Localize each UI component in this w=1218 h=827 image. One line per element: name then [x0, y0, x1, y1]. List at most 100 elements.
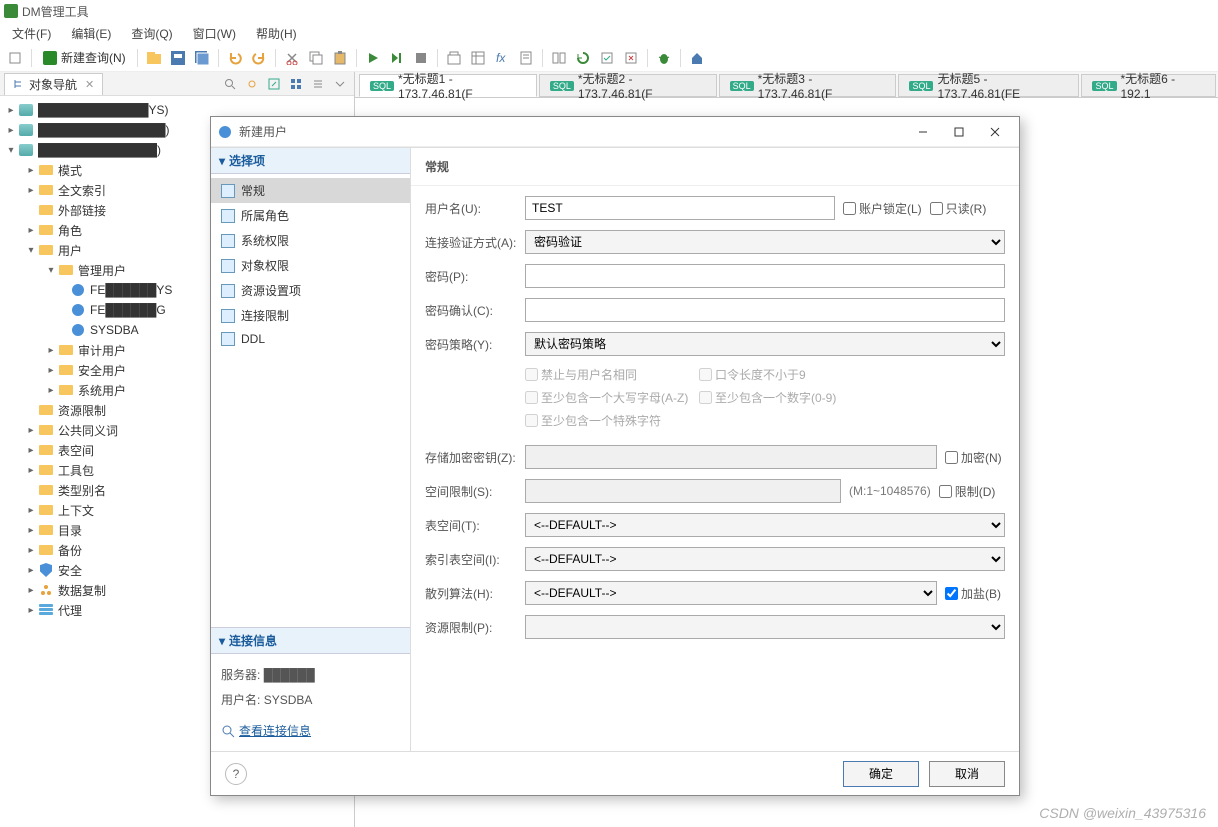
new-query-button[interactable]: 新建查询(N)	[37, 49, 132, 66]
opt-len9: 口令长度不小于9	[699, 366, 879, 383]
nav-filter-icon[interactable]	[286, 75, 306, 93]
toolbar-btn-1[interactable]	[4, 47, 26, 69]
encrypt-checkbox[interactable]: 加密(N)	[945, 449, 1002, 466]
policy-label: 密码策略(Y):	[425, 336, 517, 353]
ok-button[interactable]: 确定	[843, 761, 919, 787]
policy-select[interactable]: 默认密码策略	[525, 332, 1005, 356]
dialog-titlebar[interactable]: 新建用户	[211, 117, 1019, 147]
save-all-icon[interactable]	[191, 47, 213, 69]
close-button[interactable]	[977, 120, 1013, 144]
conn-section-header[interactable]: ▾连接信息	[211, 627, 410, 654]
dialog-nav: ▾选择项 常规 所属角色 系统权限 对象权限 资源设置项 连接限制 DDL ▾连…	[211, 148, 411, 751]
maximize-button[interactable]	[941, 120, 977, 144]
copy-icon[interactable]	[305, 47, 327, 69]
storekey-label: 存储加密密钥(Z):	[425, 449, 517, 466]
nav-link-icon[interactable]	[242, 75, 262, 93]
tablespace-label: 表空间(T):	[425, 517, 517, 534]
app-titlebar: DM管理工具	[0, 0, 1218, 22]
salt-checkbox[interactable]: 加盐(B)	[945, 585, 1001, 602]
username-input[interactable]	[525, 196, 835, 220]
password-label: 密码(P):	[425, 268, 517, 285]
password-input[interactable]	[525, 264, 1005, 288]
nav-edit-icon[interactable]	[264, 75, 284, 93]
tree-icon	[13, 78, 25, 90]
dialog-title: 新建用户	[239, 123, 905, 140]
nav-resource[interactable]: 资源设置项	[211, 278, 410, 303]
menubar: 文件(F) 编辑(E) 查询(Q) 窗口(W) 帮助(H)	[0, 22, 1218, 44]
username-label: 用户名(U):	[425, 200, 517, 217]
tablespace-select[interactable]: <--DEFAULT-->	[525, 513, 1005, 537]
readonly-checkbox[interactable]: 只读(R)	[930, 200, 987, 217]
svg-text:fx: fx	[496, 51, 506, 65]
opt-same: 禁止与用户名相同	[525, 366, 695, 383]
menu-file[interactable]: 文件(F)	[2, 23, 61, 44]
opt-upper: 至少包含一个大写字母(A-Z)	[525, 389, 695, 406]
tab-untitled2[interactable]: SQL*无标题2 - 173.7.46.81(F	[539, 74, 717, 97]
paste-icon[interactable]	[329, 47, 351, 69]
user-icon	[217, 124, 233, 140]
menu-query[interactable]: 查询(Q)	[121, 23, 182, 44]
form-title: 常规	[411, 148, 1019, 186]
nav-search-icon[interactable]	[220, 75, 240, 93]
opt-special: 至少包含一个特殊字符	[525, 412, 695, 429]
nav-obj-priv[interactable]: 对象权限	[211, 253, 410, 278]
minimize-button[interactable]	[905, 120, 941, 144]
cut-icon[interactable]	[281, 47, 303, 69]
toolbox-icon-1[interactable]	[443, 47, 465, 69]
view-conn-link[interactable]: 查看连接信息	[239, 722, 311, 739]
nav-ddl[interactable]: DDL	[211, 328, 410, 350]
reslimit-label: 资源限制(P):	[425, 619, 517, 636]
new-user-dialog: 新建用户 ▾选择项 常规 所属角色 系统权限 对象权限 资源设置项 连接限制 D…	[210, 116, 1020, 796]
space-hint: (M:1~1048576)	[849, 484, 931, 498]
nav-menu-icon[interactable]	[330, 75, 350, 93]
nav-general[interactable]: 常规	[211, 178, 410, 203]
tab-untitled1[interactable]: SQL*无标题1 - 173.7.46.81(F	[359, 74, 537, 97]
lock-account-checkbox[interactable]: 账户锁定(L)	[843, 200, 922, 217]
function-icon[interactable]: fx	[491, 47, 513, 69]
tab-untitled5[interactable]: SQL无标题5 - 173.7.46.81(FE	[898, 74, 1079, 97]
object-navigator-tab[interactable]: 对象导航 ✕	[4, 73, 103, 95]
nav-sys-priv[interactable]: 系统权限	[211, 228, 410, 253]
index-tablespace-select[interactable]: <--DEFAULT-->	[525, 547, 1005, 571]
home-icon[interactable]	[686, 47, 708, 69]
run-icon[interactable]	[362, 47, 384, 69]
nav-conn-limit[interactable]: 连接限制	[211, 303, 410, 328]
hash-select[interactable]: <--DEFAULT-->	[525, 581, 937, 605]
storekey-input	[525, 445, 937, 469]
menu-window[interactable]: 窗口(W)	[183, 23, 246, 44]
menu-help[interactable]: 帮助(H)	[246, 23, 307, 44]
undo-icon[interactable]	[224, 47, 246, 69]
index-tablespace-label: 索引表空间(I):	[425, 551, 517, 568]
save-icon[interactable]	[167, 47, 189, 69]
nav-collapse-icon[interactable]	[308, 75, 328, 93]
bug-icon[interactable]	[653, 47, 675, 69]
table-icon[interactable]	[467, 47, 489, 69]
run-step-icon[interactable]	[386, 47, 408, 69]
object-navigator-header: 对象导航 ✕	[0, 72, 354, 96]
redo-icon[interactable]	[248, 47, 270, 69]
open-icon[interactable]	[143, 47, 165, 69]
conn-info: 服务器: ██████ 用户名: SYSDBA 查看连接信息	[211, 654, 410, 751]
password-confirm-label: 密码确认(C):	[425, 302, 517, 319]
commit-icon[interactable]	[596, 47, 618, 69]
auth-select[interactable]: 密码验证	[525, 230, 1005, 254]
refresh-icon[interactable]	[572, 47, 594, 69]
toolbar: 新建查询(N) fx	[0, 44, 1218, 72]
tab-untitled3[interactable]: SQL*无标题3 - 173.7.46.81(F	[719, 74, 897, 97]
nav-roles[interactable]: 所属角色	[211, 203, 410, 228]
menu-edit[interactable]: 编辑(E)	[61, 23, 121, 44]
rollback-icon[interactable]	[620, 47, 642, 69]
help-button[interactable]: ?	[225, 763, 247, 785]
reslimit-select[interactable]	[525, 615, 1005, 639]
nav-section-header[interactable]: ▾选择项	[211, 148, 410, 174]
dialog-footer: ? 确定 取消	[211, 751, 1019, 795]
script-icon[interactable]	[515, 47, 537, 69]
compare-icon[interactable]	[548, 47, 570, 69]
limit-checkbox[interactable]: 限制(D)	[939, 483, 996, 500]
close-icon[interactable]: ✕	[85, 78, 94, 91]
user-form: 用户名(U): 账户锁定(L) 只读(R) 连接验证方式(A): 密码验证 密码…	[411, 186, 1019, 649]
stop-icon[interactable]	[410, 47, 432, 69]
password-confirm-input[interactable]	[525, 298, 1005, 322]
tab-untitled6[interactable]: SQL*无标题6 - 192.1	[1081, 74, 1216, 97]
cancel-button[interactable]: 取消	[929, 761, 1005, 787]
